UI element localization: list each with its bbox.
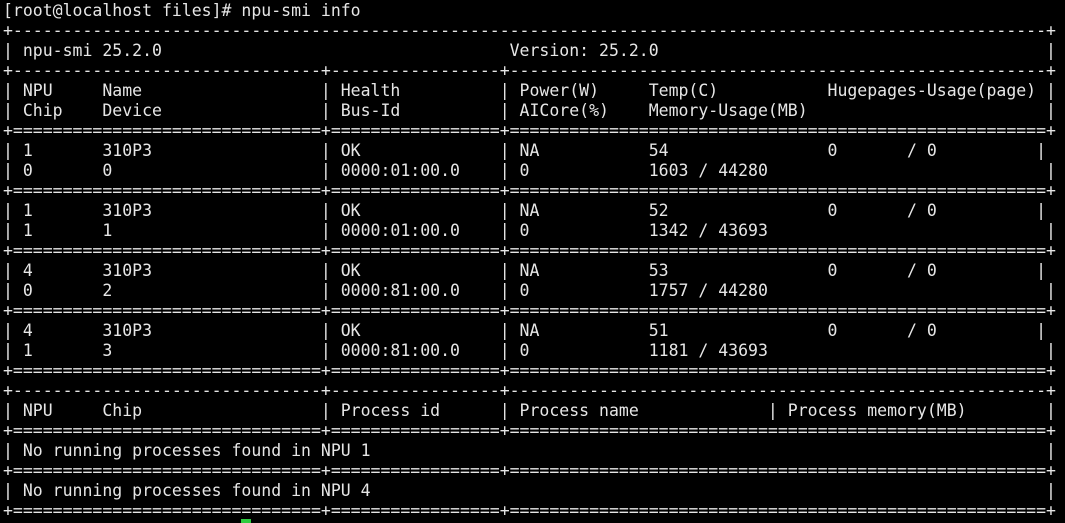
table-separator: +===============================+=======… [3,121,1056,140]
chip-row: | 1 1 | 0000:01:00.0 | 0 1342 / 43693 | [3,221,1056,240]
table-separator: +===============================+=======… [3,361,1056,380]
table-separator: +===============================+=======… [3,461,1056,480]
process-header-row: | NPU Chip | Process id | Process name |… [3,401,1056,420]
chip-row: | 0 0 | 0000:01:00.0 | 0 1603 / 44280 | [3,161,1056,180]
process-row: | No running processes found in NPU 1 | [3,441,1056,460]
chip-row: | 1 3 | 0000:81:00.0 | 0 1181 / 43693 | [3,341,1056,360]
version-row: | npu-smi 25.2.0 Version: 25.2.0 | [3,41,1056,60]
terminal-window[interactable]: [root@localhost files]# npu-smi info +--… [3,1,1065,523]
table-separator: +===============================+=======… [3,241,1056,260]
npu-row: | 4 310P3 | OK | NA 53 0 / 0 | [3,261,1047,280]
table-separator: +===============================+=======… [3,501,1056,520]
table-border-top: +---------------------------------------… [3,21,1056,40]
npu-row: | 1 310P3 | OK | NA 52 0 / 0 | [3,201,1047,220]
table-separator: +===============================+=======… [3,421,1056,440]
process-table-border-top: +-------------------------------+-------… [3,381,1056,400]
header-row-1: | NPU Name | Health | Power(W) Temp(C) H… [3,81,1056,100]
table-separator: +===============================+=======… [3,181,1056,200]
table-border: +-------------------------------+-------… [3,61,1056,80]
table-separator: +===============================+=======… [3,301,1056,320]
npu-row: | 1 310P3 | OK | NA 54 0 / 0 | [3,141,1047,160]
terminal-cursor [241,519,251,523]
process-row: | No running processes found in NPU 4 | [3,481,1056,500]
npu-row: | 4 310P3 | OK | NA 51 0 / 0 | [3,321,1047,340]
chip-row: | 0 2 | 0000:81:00.0 | 0 1757 / 44280 | [3,281,1056,300]
shell-prompt-line: [root@localhost files]# npu-smi info [3,1,361,20]
header-row-2: | Chip Device | Bus-Id | AICore(%) Memor… [3,101,1056,120]
